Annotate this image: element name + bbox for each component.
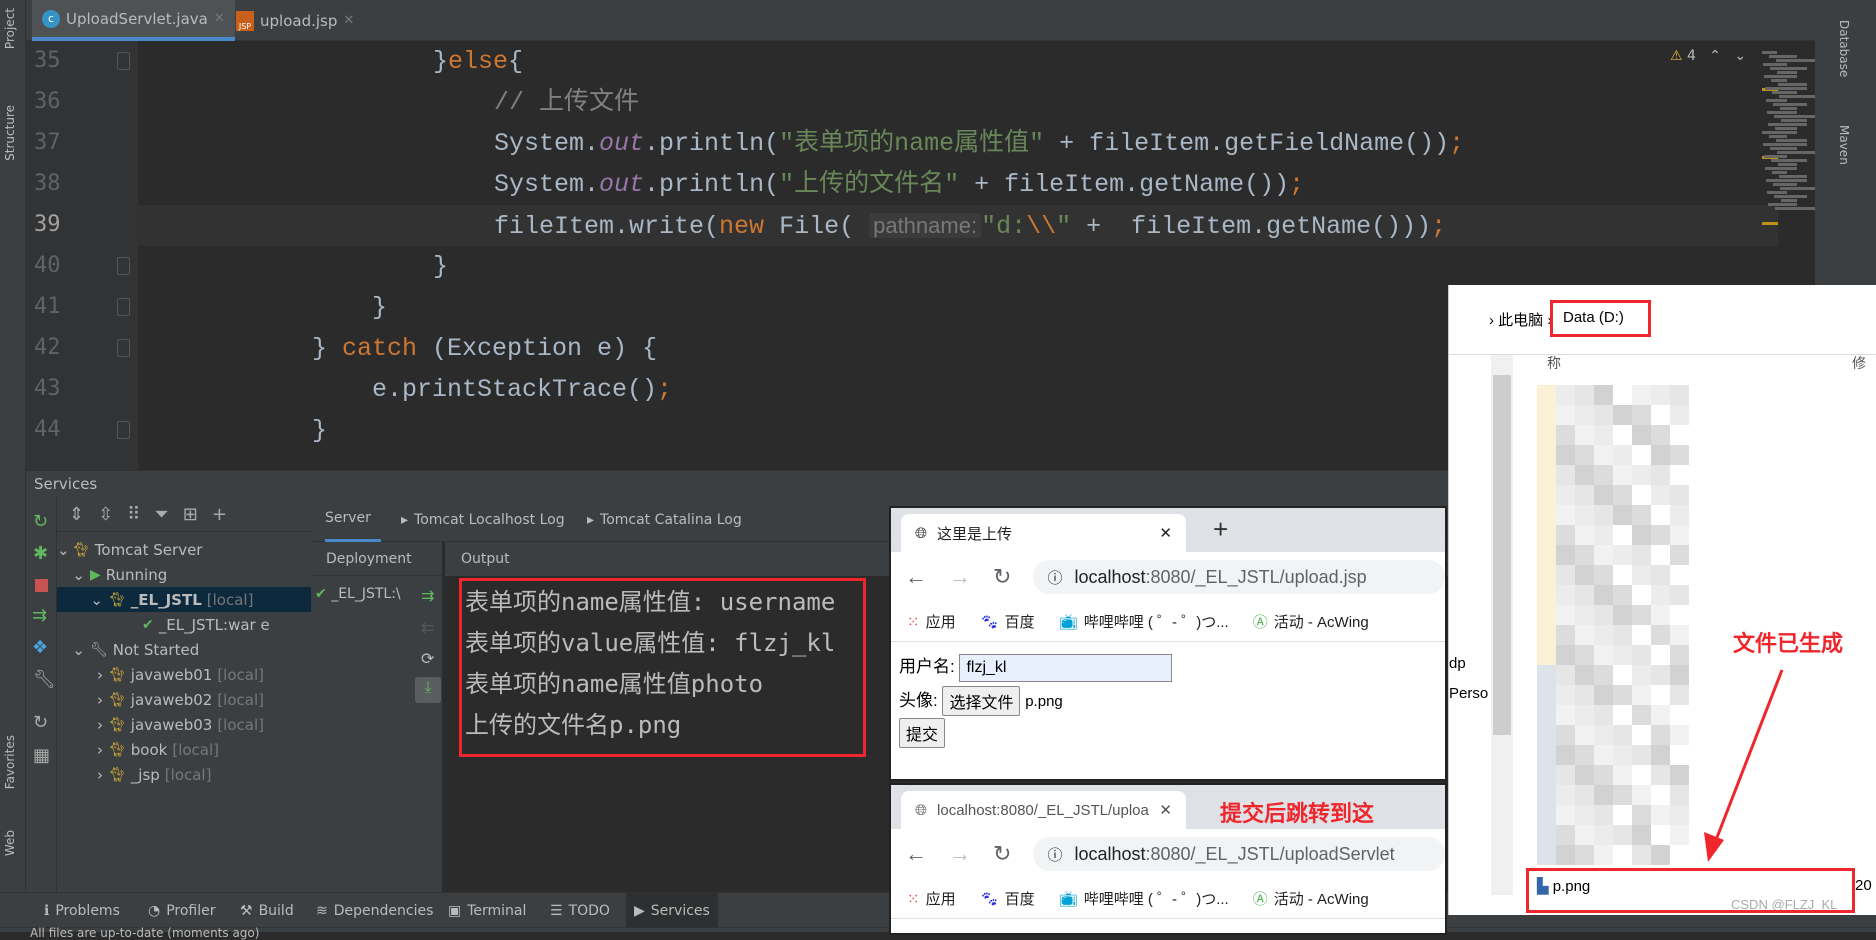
annotation-arrow — [1704, 669, 1784, 862]
